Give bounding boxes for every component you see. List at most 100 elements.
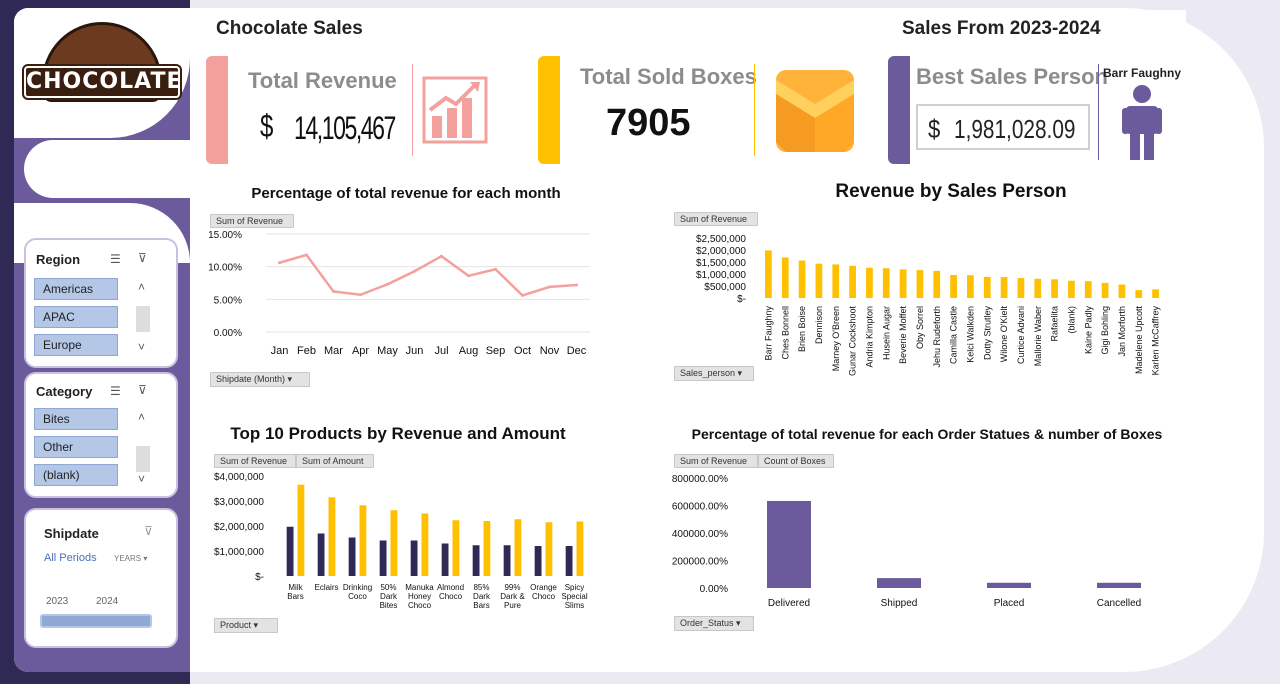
multi-select-icon[interactable]: ☰	[110, 384, 121, 398]
x-tick-label: Almond	[437, 583, 464, 592]
scroll-up-icon[interactable]: ˄	[138, 410, 145, 424]
value-field-button[interactable]: Sum of Revenue	[674, 454, 758, 468]
x-tick-label: Jehu Rudeforth	[932, 306, 942, 368]
bar-chart: $2,500,000$2,000,000$1,500,000$1,000,000…	[696, 234, 1161, 376]
x-tick-label: Nov	[540, 345, 560, 357]
kpi-label: Best Sales Person	[916, 64, 1108, 89]
revenue-bar	[472, 545, 480, 576]
revenue-bar	[534, 546, 542, 576]
y-tick-label: $-	[737, 294, 746, 305]
value-field-button[interactable]: Count of Boxes	[758, 454, 834, 468]
scroll-up-icon[interactable]: ˄	[138, 280, 145, 294]
header-bar: Chocolate Sales Sales From 2023-2024	[206, 10, 1186, 46]
status-bar	[1097, 582, 1141, 588]
axis-field-button[interactable]: Shipdate (Month) ▾	[210, 372, 310, 387]
y-tick-label: $2,000,000	[696, 246, 746, 257]
data-point	[548, 285, 551, 289]
scroll-down-icon[interactable]: ˅	[138, 340, 145, 354]
x-tick-label: Dark	[473, 592, 491, 601]
sales-person-chart: Revenue by Sales Person Sum of Revenue S…	[664, 178, 1192, 390]
status-bar	[987, 582, 1031, 588]
data-point	[386, 282, 389, 286]
timeline-year-2023[interactable]: 2023	[46, 596, 68, 607]
slicer-scrollbar[interactable]: ˄ ˅	[136, 410, 150, 490]
value-field-button[interactable]: Sum of Amount	[296, 454, 374, 468]
amount-bar	[545, 522, 553, 576]
x-tick-label: Aug	[459, 345, 479, 357]
revenue-bar	[983, 276, 991, 298]
x-tick-label: 85%	[473, 583, 489, 592]
revenue-bar	[781, 257, 789, 298]
y-tick-label: $1,000,000	[214, 547, 264, 558]
chart-title: Top 10 Products by Revenue and Amount	[230, 424, 566, 443]
x-tick-label: Honey	[408, 592, 431, 601]
best-sales-person-card: Best Sales Person $ 1,981,028.09 Barr Fa…	[888, 56, 1192, 164]
slicer-item-other[interactable]: Other	[34, 436, 118, 458]
axis-field-button[interactable]: Order_Status ▾	[674, 616, 754, 631]
revenue-bar	[1034, 278, 1042, 298]
revenue-bar	[765, 250, 772, 298]
x-tick-label: Brien Boise	[797, 306, 807, 352]
clear-filter-icon[interactable]: ⊽	[138, 251, 147, 265]
x-tick-label: Choco	[439, 592, 463, 601]
slicer-scrollbar[interactable]: ˄ ˅	[136, 280, 150, 358]
timeline-year-2024[interactable]: 2024	[96, 596, 118, 607]
slicer-title: Region	[36, 252, 81, 267]
slicer-item-europe[interactable]: Europe	[34, 334, 118, 356]
x-tick-label: Ches Bonnell	[780, 306, 790, 360]
multi-select-icon[interactable]: ☰	[110, 252, 121, 266]
x-tick-label: Coco	[348, 592, 367, 601]
line-chart: 15.00% 10.00% 5.00% 0.00% Jan Feb Mar Apr May Jun…	[208, 230, 590, 357]
data-point	[305, 253, 308, 257]
slicer-item-americas[interactable]: Americas	[34, 278, 118, 300]
amount-bar	[328, 497, 336, 576]
revenue-bar	[286, 526, 294, 576]
divider	[754, 64, 755, 156]
revenue-bar	[882, 268, 890, 298]
total-boxes-card: Total Sold Boxes 7905	[538, 56, 868, 164]
revenue-bar	[565, 546, 573, 576]
value-field-button[interactable]: Sum of Revenue	[214, 454, 296, 468]
x-tick-label: Choco	[532, 592, 556, 601]
x-tick-label: Drinking	[343, 583, 372, 592]
x-tick-label: Dennison	[814, 306, 824, 344]
sidebar: CHOCOLATE Region ☰ ⊽ Americas APAC Europ…	[14, 8, 190, 672]
slicer-item-blank[interactable]: (blank)	[34, 464, 118, 486]
revenue-bar	[798, 260, 806, 298]
x-tick-label: Apr	[352, 345, 369, 357]
x-tick-label: Wilone O'Kielt	[999, 306, 1009, 363]
y-tick-label: 800000.00%	[672, 474, 728, 485]
revenue-bar	[933, 270, 941, 298]
best-sales-person-name: Barr Faughny	[1103, 66, 1182, 80]
y-tick-label: $4,000,000	[214, 472, 264, 483]
period-unit-select[interactable]: YEARS ▾	[114, 554, 147, 563]
kpi-currency: $	[928, 114, 941, 144]
card-accent	[888, 56, 910, 164]
amount-bar	[390, 510, 398, 576]
scroll-down-icon[interactable]: ˅	[138, 472, 145, 486]
clear-filter-icon[interactable]: ⊽	[138, 383, 147, 397]
x-tick-label: Jun	[406, 345, 424, 357]
slicer-item-apac[interactable]: APAC	[34, 306, 118, 328]
value-field-button[interactable]: Sum of Revenue	[674, 212, 758, 226]
chart-title: Revenue by Sales Person	[835, 181, 1067, 202]
y-tick-label: 600000.00%	[672, 502, 728, 513]
timeline-range-bar[interactable]	[40, 614, 152, 628]
revenue-bar	[1152, 289, 1159, 298]
timeline-title: Shipdate	[44, 526, 99, 541]
x-tick-label: Oct	[514, 345, 531, 357]
revenue-bar	[348, 537, 356, 576]
person-icon	[1122, 85, 1162, 160]
slicer-item-bites[interactable]: Bites	[34, 408, 118, 430]
x-tick-label: Eclairs	[314, 583, 338, 592]
y-tick-label: 400000.00%	[672, 529, 728, 540]
shipdate-timeline: Shipdate ⊽ All Periods YEARS ▾ 2023 2024	[24, 508, 178, 648]
status-bar	[877, 578, 921, 588]
x-tick-label: Delivered	[768, 598, 810, 609]
kpi-label: Total Sold Boxes	[580, 64, 757, 89]
axis-field-button[interactable]: Product ▾	[214, 618, 278, 633]
y-tick-label: $3,000,000	[214, 497, 264, 508]
data-point	[521, 293, 524, 297]
clear-filter-icon[interactable]: ⊽	[144, 524, 153, 538]
data-point	[332, 289, 335, 293]
